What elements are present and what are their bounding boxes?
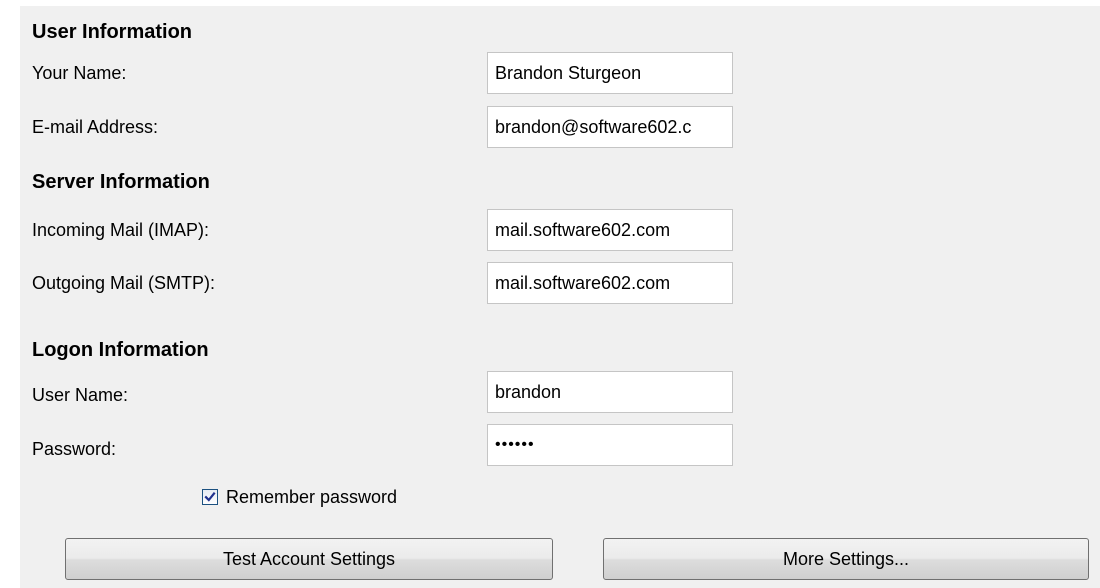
user-information-heading: User Information <box>32 21 193 43</box>
server-information-heading: Server Information <box>32 171 210 193</box>
remember-password-checkbox[interactable] <box>202 489 218 505</box>
incoming-mail-label: Incoming Mail (IMAP): <box>32 220 210 240</box>
test-account-settings-button[interactable]: Test Account Settings <box>65 538 553 580</box>
remember-password-option[interactable]: Remember password <box>202 486 397 508</box>
incoming-mail-input[interactable] <box>487 209 733 251</box>
user-name-label: User Name: <box>32 385 129 405</box>
password-input[interactable] <box>487 424 733 466</box>
your-name-label: Your Name: <box>32 63 127 83</box>
your-name-input[interactable] <box>487 52 733 94</box>
email-address-label: E-mail Address: <box>32 117 159 137</box>
password-label: Password: <box>32 439 117 459</box>
outgoing-mail-label: Outgoing Mail (SMTP): <box>32 273 216 293</box>
more-settings-button[interactable]: More Settings... <box>603 538 1089 580</box>
remember-password-label: Remember password <box>226 487 398 507</box>
user-name-input[interactable] <box>487 371 733 413</box>
outgoing-mail-input[interactable] <box>487 262 733 304</box>
email-address-input[interactable] <box>487 106 733 148</box>
checkmark-icon <box>204 491 216 502</box>
logon-information-heading: Logon Information <box>32 339 209 361</box>
